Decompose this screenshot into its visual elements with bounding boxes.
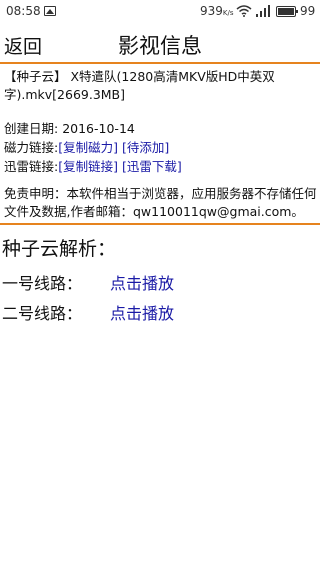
created-value: 2016-10-14 xyxy=(62,121,135,136)
page-title: 影视信息 xyxy=(118,34,202,58)
route-label: 二号线路： xyxy=(2,304,83,323)
file-name: 【种子云】 X特遣队(1280高清MKV版HD中英双字).mkv[2669.3M… xyxy=(4,69,275,102)
parse-title: 种子云解析： xyxy=(2,238,117,260)
magnet-row: 磁力链接:[复制磁力] [待添加] xyxy=(4,139,318,158)
nav-bar: 返回 影视信息 xyxy=(0,24,320,64)
disclaimer: 免责申明：本软件相当于浏览器，应用服务器不存储任何文件及数据,作者邮箱：qw11… xyxy=(4,186,317,219)
image-icon xyxy=(44,6,56,16)
section-divider xyxy=(0,223,320,225)
magnet-pending-link[interactable]: [待添加] xyxy=(122,140,169,155)
play-link-route-1[interactable]: 点击播放 xyxy=(110,274,174,293)
signal-icon xyxy=(256,5,270,17)
route-label: 一号线路： xyxy=(2,274,83,293)
battery-icon xyxy=(276,6,298,17)
wifi-icon xyxy=(236,5,252,17)
route-row-1: 一号线路： 点击播放 xyxy=(2,270,174,294)
created-label: 创建日期: xyxy=(4,121,59,136)
status-time: 08:58 xyxy=(6,4,41,18)
route-row-2: 二号线路： 点击播放 xyxy=(2,300,174,324)
play-link-route-2[interactable]: 点击播放 xyxy=(110,304,174,323)
copy-magnet-link[interactable]: [复制磁力] xyxy=(58,140,118,155)
thunder-label: 迅雷链接: xyxy=(4,159,59,174)
movie-info: 【种子云】 X特遣队(1280高清MKV版HD中英双字).mkv[2669.3M… xyxy=(4,68,318,221)
battery-level: 99 xyxy=(300,4,316,18)
magnet-label: 磁力链接: xyxy=(4,140,59,155)
copy-thunder-link[interactable]: [复制链接] xyxy=(58,159,118,174)
created-row: 创建日期: 2016-10-14 xyxy=(4,120,318,139)
thunder-row: 迅雷链接:[复制链接] [迅雷下载] xyxy=(4,158,318,177)
thunder-download-link[interactable]: [迅雷下载] xyxy=(122,159,182,174)
network-speed: 939K/s xyxy=(200,4,234,18)
status-bar: 08:58 939K/s 99 xyxy=(0,0,320,24)
network-speed-unit: K/s xyxy=(222,9,234,17)
network-speed-value: 939 xyxy=(200,4,223,18)
